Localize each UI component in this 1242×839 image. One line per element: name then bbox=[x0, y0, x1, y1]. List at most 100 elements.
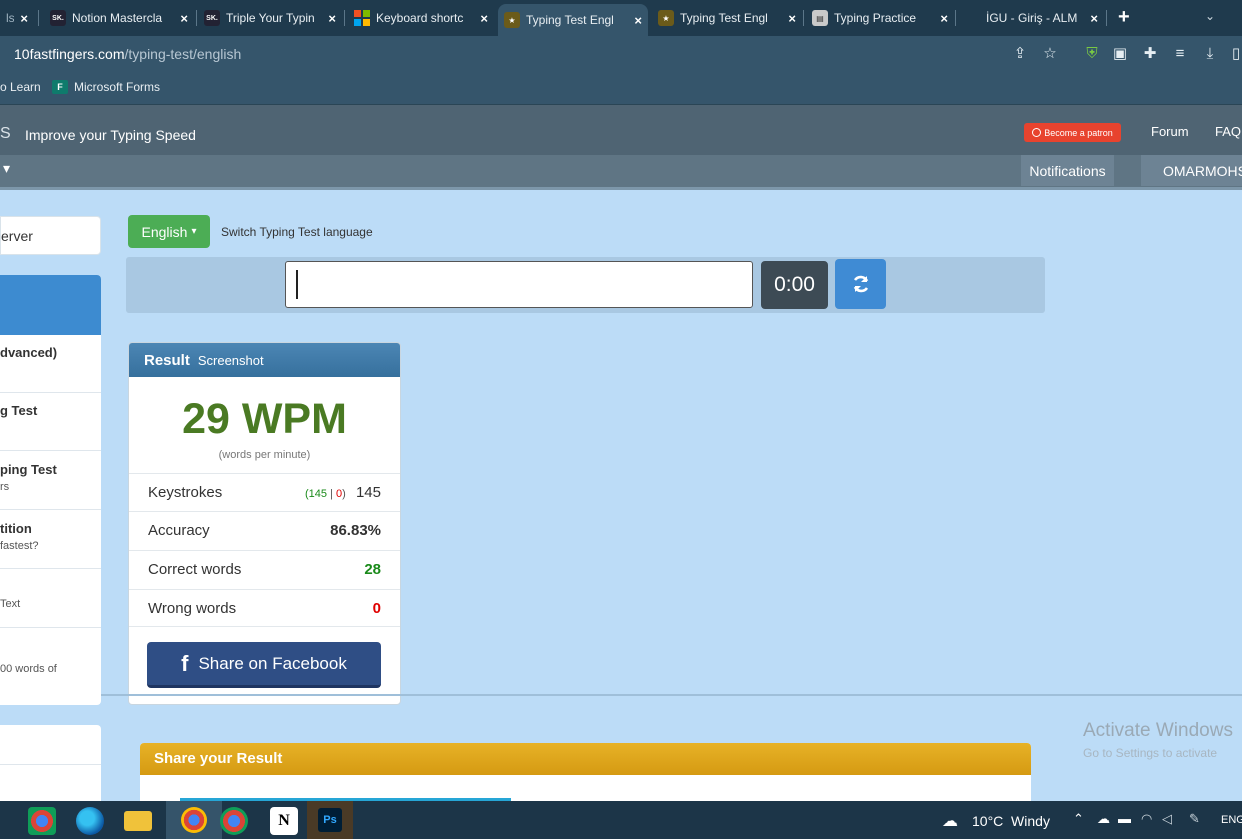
tab-typing-practice[interactable]: ▤ Typing Practice × bbox=[806, 5, 954, 31]
text-caret bbox=[296, 270, 298, 299]
tab-title: Notion Mastercla bbox=[72, 11, 163, 25]
battery-icon[interactable]: ▬ bbox=[1118, 811, 1131, 826]
volume-icon[interactable]: ◁ bbox=[1162, 811, 1172, 827]
typing-input-field[interactable] bbox=[285, 261, 753, 308]
sidebar-item-advanced[interactable]: dvanced) bbox=[0, 335, 101, 393]
tab-divider bbox=[38, 10, 39, 26]
url-field[interactable]: 10fastfingers.com/typing-test/english bbox=[0, 42, 241, 66]
sidebar-item-title: g Test bbox=[0, 403, 38, 418]
url-host: 10fastfingers.com bbox=[14, 46, 125, 62]
tab-search-chevron-icon[interactable]: ⌄ bbox=[1205, 9, 1215, 23]
tab-title: Keyboard shortc bbox=[376, 11, 464, 25]
chrome-icon[interactable] bbox=[220, 807, 248, 835]
sk-icon: SK. bbox=[50, 10, 66, 26]
site-header: S Improve your Typing Speed Become a pat… bbox=[0, 105, 1242, 155]
onedrive-cloud-icon[interactable]: ☁ bbox=[1097, 811, 1110, 827]
wrong-words-value: 0 bbox=[372, 599, 381, 617]
pen-icon[interactable]: ✎ bbox=[1189, 811, 1200, 827]
sidebar-item-top-words[interactable]: 00 words of bbox=[0, 629, 101, 687]
address-bar-row: 10fastfingers.com/typing-test/english ⇪ … bbox=[0, 36, 1242, 72]
bookmark-learn[interactable]: o Learn bbox=[0, 80, 41, 94]
extension-shield-icon[interactable]: ⛨ bbox=[1082, 44, 1102, 64]
share-facebook-button[interactable]: f Share on Facebook bbox=[147, 642, 381, 688]
site-subnav: ▾ Notifications OMARMOHS bbox=[0, 155, 1242, 190]
correct-words-row: Correct words 28 bbox=[129, 550, 400, 588]
tab-title: Triple Your Typin bbox=[226, 11, 315, 25]
show-hidden-icons-chevron-icon[interactable]: ⌃ bbox=[1073, 811, 1084, 827]
extensions-puzzle-icon[interactable]: ✚ bbox=[1140, 44, 1160, 64]
screenshot-link[interactable]: Screenshot bbox=[198, 353, 264, 368]
taskbar-active-slot[interactable] bbox=[166, 801, 222, 839]
sidebar-item-typing-test[interactable]: g Test bbox=[0, 393, 101, 451]
download-icon[interactable]: ⤓ bbox=[1200, 44, 1220, 64]
chevron-down-icon[interactable]: ▾ bbox=[3, 160, 10, 177]
close-tab-icon[interactable]: × bbox=[1090, 11, 1098, 26]
sidebar-icon[interactable]: ▯ bbox=[1226, 44, 1242, 64]
blank-favicon-icon bbox=[964, 10, 980, 26]
close-tab-icon[interactable]: × bbox=[328, 11, 336, 26]
tab-notion-masterclass[interactable]: SK. Notion Mastercla × bbox=[44, 5, 194, 31]
new-tab-button[interactable]: + bbox=[1118, 6, 1130, 29]
close-tab-icon[interactable]: × bbox=[940, 11, 948, 26]
keystrokes-row: Keystrokes (145 | 0) 145 bbox=[129, 473, 400, 511]
refresh-icon[interactable] bbox=[835, 259, 886, 309]
become-patron-button[interactable]: Become a patron bbox=[1024, 123, 1121, 142]
language-dropdown-button[interactable]: English ▾ bbox=[128, 215, 210, 248]
close-tab-icon[interactable]: × bbox=[480, 11, 488, 26]
sidebar-item-title: dvanced) bbox=[0, 345, 58, 360]
weather-icon: ☁ bbox=[942, 813, 958, 830]
tab-typing-test-english-active[interactable]: ★ Typing Test Engl × bbox=[498, 4, 648, 36]
result-panel: Result Screenshot 29 WPM (words per minu… bbox=[128, 342, 401, 705]
close-tab-icon[interactable]: × bbox=[180, 11, 188, 26]
notion-icon[interactable]: N bbox=[270, 807, 298, 835]
sidebar-menu: dvanced) g Test ping Test rs tition fast… bbox=[0, 275, 101, 705]
wifi-icon[interactable]: ◠ bbox=[1141, 811, 1152, 827]
accuracy-row: Accuracy 86.83% bbox=[129, 511, 400, 549]
bookmark-star-icon[interactable]: ☆ bbox=[1040, 44, 1060, 64]
language-indicator[interactable]: ENG bbox=[1221, 814, 1242, 826]
site-logo[interactable]: S bbox=[0, 125, 11, 143]
nav-faq-link[interactable]: FAQ bbox=[1215, 124, 1241, 139]
detail-sep: | bbox=[327, 488, 336, 500]
reading-list-icon[interactable]: ≡ bbox=[1170, 44, 1190, 64]
doc-icon: ▤ bbox=[812, 10, 828, 26]
close-tab-icon[interactable]: × bbox=[788, 11, 796, 26]
chrome-icon[interactable] bbox=[28, 807, 56, 835]
tab-igu-giris[interactable]: İGU - Giriş - ALM × bbox=[958, 5, 1104, 31]
extension-icon[interactable]: ▣ bbox=[1110, 44, 1130, 64]
bookmark-label: Microsoft Forms bbox=[74, 80, 161, 94]
explorer-icon[interactable] bbox=[124, 811, 152, 831]
sidebar-item-custom-typing-test[interactable]: ping Test rs bbox=[0, 452, 101, 510]
sidebar-item-active[interactable] bbox=[0, 275, 101, 335]
10ff-icon: ★ bbox=[504, 12, 520, 28]
photoshop-icon: Ps bbox=[318, 808, 342, 832]
tab-partial[interactable]: ls × bbox=[0, 5, 34, 31]
close-tab-icon[interactable]: × bbox=[20, 11, 28, 26]
edge-icon[interactable] bbox=[76, 807, 104, 835]
wpm-caption: (words per minute) bbox=[218, 449, 311, 461]
tab-triple-typing[interactable]: SK. Triple Your Typin × bbox=[198, 5, 342, 31]
bookmark-microsoft-forms[interactable]: F Microsoft Forms bbox=[52, 80, 160, 94]
weather-text[interactable]: 10°C Windy bbox=[972, 813, 1050, 829]
share-facebook-label: Share on Facebook bbox=[198, 653, 347, 673]
nav-forum-link[interactable]: Forum bbox=[1151, 124, 1189, 139]
share-result-panel: Share your Result bbox=[140, 743, 1031, 803]
sidebar-item-subtitle: fastest? bbox=[0, 540, 39, 552]
user-menu-button[interactable]: OMARMOHS bbox=[1141, 155, 1242, 186]
tab-divider bbox=[1106, 10, 1107, 26]
bookmark-label: o Learn bbox=[0, 80, 41, 94]
sidebar-item-competition[interactable]: tition fastest? bbox=[0, 511, 101, 569]
sidebar-item-text-practice[interactable]: Text bbox=[0, 570, 101, 628]
wpm-value: 29 WPM bbox=[182, 395, 347, 443]
correct-words-label: Correct words bbox=[148, 561, 242, 578]
tab-typing-test-english[interactable]: ★ Typing Test Engl × bbox=[652, 5, 802, 31]
notifications-button[interactable]: Notifications bbox=[1021, 155, 1114, 186]
microsoft-icon bbox=[354, 10, 370, 26]
share-icon[interactable]: ⇪ bbox=[1010, 44, 1030, 64]
tab-title: Typing Test Engl bbox=[526, 13, 614, 27]
tab-keyboard-shortcuts[interactable]: Keyboard shortc × bbox=[348, 5, 494, 31]
detail-close: ) bbox=[342, 488, 346, 500]
close-tab-icon[interactable]: × bbox=[634, 13, 642, 28]
taskbar-photoshop-slot[interactable]: Ps bbox=[307, 801, 353, 839]
server-select[interactable]: erver bbox=[0, 216, 101, 255]
